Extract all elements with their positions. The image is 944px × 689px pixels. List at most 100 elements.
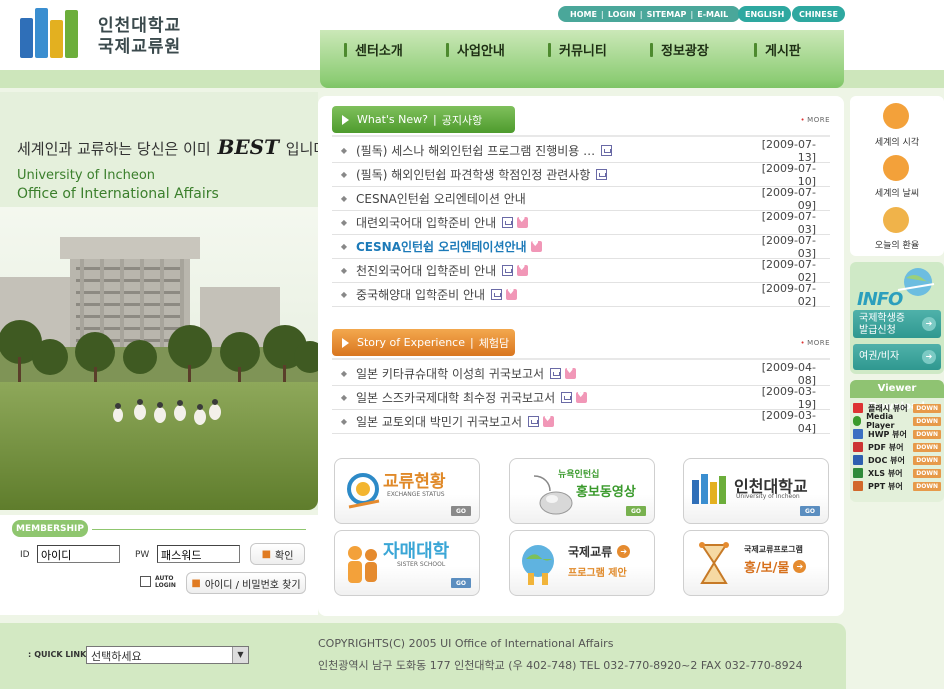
download-button[interactable]: DOWN (913, 403, 941, 413)
program-title-row: 국제교류 ➔ (568, 543, 631, 560)
arrow-right-icon: ➔ (922, 350, 936, 364)
auto-login-checkbox[interactable] (140, 576, 151, 587)
download-button[interactable]: DOWN (913, 481, 941, 491)
news-date: [2009-07-09] (761, 185, 816, 212)
login-button[interactable]: ■ 확인 (250, 543, 305, 565)
story-more-link[interactable]: • MORE (801, 339, 830, 347)
bullet-icon: ■ (191, 577, 201, 589)
news-more-link[interactable]: • MORE (801, 116, 830, 124)
nav-label: 게시판 (765, 44, 801, 59)
program-proposal-banner[interactable]: 국제교류 ➔ 프로그램 제안 (509, 530, 655, 596)
nav-community[interactable]: 커뮤니티 (548, 40, 607, 59)
password-input[interactable]: 패스워드 (157, 545, 240, 563)
home-link[interactable]: HOME (566, 10, 601, 19)
image-icon (530, 239, 542, 252)
story-row[interactable]: ◆ 일본 키타큐슈대학 이성희 귀국보고서 [2009-04-08] (332, 361, 830, 387)
download-button[interactable]: DOWN (913, 455, 941, 465)
go-button[interactable]: GO (626, 506, 646, 516)
viewer-row-pdf[interactable]: PDF 뷰어 DOWN (853, 441, 941, 453)
nav-center-intro[interactable]: 센터소개 (344, 40, 403, 59)
viewer-row-media[interactable]: Media Player DOWN (853, 412, 941, 430)
story-tab[interactable]: Story of Experience | 체험담 (332, 329, 515, 356)
globe-people-icon (522, 545, 554, 585)
exchange-status-banner[interactable]: 교류현황 EXCHANGE STATUS GO (334, 458, 480, 524)
viewer-row-ppt[interactable]: PPT 뷰어 DOWN (853, 480, 941, 492)
story-title-cell: 일본 스즈카국제대학 최수정 귀국보고서 (356, 389, 746, 406)
promo-title: 국제교류프로그램 (744, 545, 803, 554)
whats-new-tab[interactable]: What's New? | 공지사항 (332, 106, 515, 133)
story-row[interactable]: ◆ 일본 교토외대 박민기 귀국보고서 [2009-03-04] (332, 409, 830, 435)
quick-link-value: 선택하세요 (91, 650, 142, 663)
login-button-label: 확인 (275, 550, 294, 562)
hourglass-icon (699, 542, 729, 584)
news-row[interactable]: ◆ CESNA인턴쉽 오리엔테이션안내 [2009-07-03] (332, 234, 830, 260)
program-sub: 프로그램 제안 (568, 568, 627, 579)
nav-info-square[interactable]: 정보광장 (650, 40, 709, 59)
nav-board[interactable]: 게시판 (754, 40, 801, 59)
nav-bullet (650, 42, 653, 57)
go-button[interactable]: GO (800, 506, 820, 516)
news-row[interactable]: ◆ 천진외국어대 입학준비 안내 [2009-07-02] (332, 258, 830, 284)
more-label: MORE (807, 339, 830, 347)
promo-sub-row: 홍/보/물 ➔ (744, 557, 807, 576)
exchange-rate-label[interactable]: 오늘의 환율 (850, 238, 944, 251)
login-link[interactable]: LOGIN (604, 10, 640, 19)
id-input[interactable]: 아이디 (37, 545, 120, 563)
bullet-icon: ◆ (340, 218, 348, 227)
email-link[interactable]: E-MAIL (693, 10, 732, 19)
viewer-row-xls[interactable]: XLS 뷰어 DOWN (853, 467, 941, 479)
go-button[interactable]: GO (451, 506, 471, 516)
coin-icon[interactable] (883, 207, 909, 233)
image-icon (506, 287, 518, 300)
nav-business[interactable]: 사업안내 (446, 40, 505, 59)
viewer-row-doc[interactable]: DOC 뷰어 DOWN (853, 454, 941, 466)
univ-logo-icon (692, 472, 730, 504)
clock-icon[interactable] (883, 103, 909, 129)
chevron-down-icon[interactable]: ▼ (232, 647, 248, 663)
find-id-pw-button[interactable]: ■ 아이디 / 비밀번호 찾기 (186, 572, 306, 594)
sitemap-link[interactable]: SITEMAP (643, 10, 691, 19)
news-row[interactable]: ◆ (필독) 해외인턴쉽 파견학생 학점인정 관련사항 [2009-07-10] (332, 162, 830, 188)
image-icon (543, 414, 555, 427)
document-icon (491, 289, 503, 300)
promo-materials-banner[interactable]: 국제교류프로그램 홍/보/물 ➔ (683, 530, 829, 596)
news-row[interactable]: ◆ 대련외국어대 입학준비 안내 [2009-07-03] (332, 210, 830, 236)
sister-school-banner[interactable]: 자매대학 SISTER SCHOOL GO (334, 530, 480, 596)
news-title: CESNA인턴쉽 오리엔테이션 안내 (356, 192, 526, 206)
document-icon (550, 368, 562, 379)
passport-visa-button[interactable]: 여권/비자 ➔ (853, 344, 941, 370)
viewer-title: Viewer Download (850, 380, 944, 412)
story-date: [2009-03-19] (761, 384, 816, 411)
bullet-icon: : (28, 650, 32, 659)
logo-mark (18, 6, 90, 62)
auto-login-line1: AUTO (155, 575, 174, 582)
chinese-button[interactable]: CHINESE (792, 6, 845, 22)
download-button[interactable]: DOWN (913, 429, 941, 439)
univ-incheon-banner[interactable]: 인천대학교 University of Incheon GO (683, 458, 829, 524)
student-card-button[interactable]: 국제학생증 발급신청 ➔ (853, 310, 941, 338)
news-row[interactable]: ◆ 중국해양대 입학준비 안내 [2009-07-02] (332, 282, 830, 308)
viewer-row-hwp[interactable]: HWP 뷰어 DOWN (853, 428, 941, 440)
download-button[interactable]: DOWN (913, 416, 941, 426)
world-info-box: 세계의 시각 세계의 날씨 오늘의 환율 (850, 96, 944, 256)
news-row[interactable]: ◆ (필독) 세스나 해외인턴쉽 프로그램 진행비용 … [2009-07-13] (332, 138, 830, 164)
main-nav: 센터소개 사업안내 커뮤니티 정보광장 게시판 (320, 30, 844, 88)
world-weather-label[interactable]: 세계의 날씨 (850, 186, 944, 199)
go-button[interactable]: GO (451, 578, 471, 588)
sun-icon[interactable] (883, 155, 909, 181)
nav-label: 정보광장 (661, 44, 709, 59)
hwp-icon (853, 429, 863, 439)
download-button[interactable]: DOWN (913, 442, 941, 452)
world-time-label[interactable]: 세계의 시각 (850, 135, 944, 148)
site-logo[interactable]: 인천대학교 국제교류원 (18, 6, 193, 62)
story-row[interactable]: ◆ 일본 스즈카국제대학 최수정 귀국보고서 [2009-03-19] (332, 384, 830, 411)
newyork-intern-banner[interactable]: 뉴욕인턴십 홍보동영상 GO (509, 458, 655, 524)
story-item-title: 일본 스즈카국제대학 최수정 귀국보고서 (356, 391, 556, 405)
download-button[interactable]: DOWN (913, 468, 941, 478)
newyork-sub: 홍보동영상 (576, 485, 636, 500)
english-button[interactable]: ENGLISH (738, 6, 792, 22)
news-row[interactable]: ◆ CESNA인턴쉽 오리엔테이션 안내 [2009-07-09] (332, 185, 830, 212)
quick-link-select[interactable]: 선택하세요 ▼ (86, 646, 249, 664)
story-title: Story of Experience (357, 336, 465, 349)
whats-new-title: What's New? (357, 113, 428, 126)
